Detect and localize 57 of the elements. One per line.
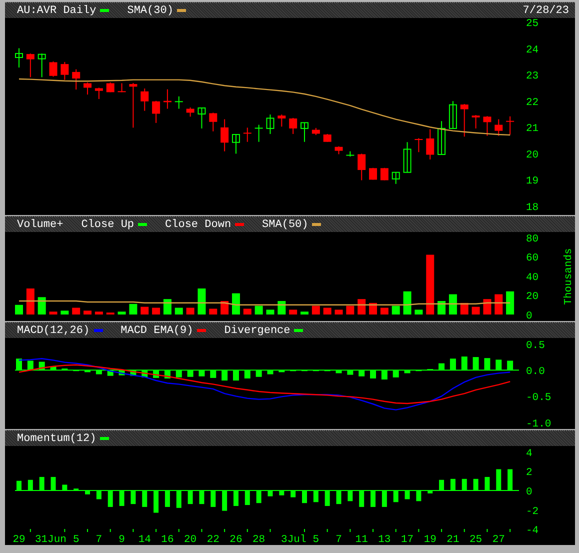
axis-label: 40 [526, 272, 539, 284]
legend-label: SMA(50) [262, 218, 308, 230]
axis-label: 16 [161, 534, 174, 545]
axis-label: 24 [526, 44, 539, 56]
axis-label: 80 [526, 233, 539, 246]
axis-label: 27 [492, 534, 505, 545]
axis-label: -2 [526, 506, 539, 518]
axis-label: 31 [34, 534, 48, 545]
axis-label: 25 [526, 18, 539, 30]
axis-label: 0.0 [526, 366, 545, 378]
axis-label: 2 [526, 467, 532, 480]
axis-label: 19 [526, 176, 539, 188]
axis-label: 20 [526, 291, 539, 304]
legend-label: Volume+ [17, 218, 64, 230]
axis-label: 23 [526, 70, 539, 83]
axis-label: Jun [48, 534, 66, 545]
axis-label: 0 [526, 486, 532, 498]
axis-label: 0 [526, 310, 532, 321]
axis-label: 18 [526, 202, 539, 214]
axis-label: 7 [336, 534, 342, 545]
legend-label: SMA(30) [127, 4, 174, 16]
axis-label: 20 [526, 149, 539, 162]
axis-label: -4 [526, 525, 539, 538]
axis-label: 14 [138, 534, 151, 545]
legend-label: Close Down [165, 218, 232, 230]
legend-label: Divergence [224, 324, 290, 336]
axis-label: 22 [206, 534, 220, 545]
axis-label: 0.5 [526, 340, 545, 352]
axis-label: 28 [252, 534, 266, 545]
chart-date: 7/28/23 [522, 4, 569, 16]
axis-label: 19 [424, 534, 436, 545]
axis-label: -1.0 [526, 418, 552, 429]
axis-label: 7 [96, 534, 102, 545]
axis-label: 21 [446, 534, 460, 545]
axis-label: 13 [378, 534, 391, 545]
legend-label: AU:AVR Daily [17, 4, 96, 16]
axis-label: 11 [355, 534, 368, 545]
axis-label: 21 [526, 123, 539, 136]
axis-label: 4 [526, 448, 532, 460]
axis-label: 25 [470, 534, 482, 545]
axis-label: 17 [400, 534, 414, 545]
axis-label: 3 [281, 534, 288, 545]
axis-label: 9 [118, 534, 125, 545]
axis-label: 60 [526, 252, 539, 265]
axis-label: 5 [72, 534, 80, 545]
legend-label: MACD(12,26) [17, 324, 90, 336]
axis-label: -0.5 [526, 392, 552, 404]
axis-label: 22 [526, 96, 539, 109]
legend-label: Momentum(12) [17, 432, 96, 444]
axis-label: 26 [230, 534, 242, 545]
axis-label: 29 [12, 534, 26, 545]
axis-label: 5 [312, 534, 320, 545]
legend-label: MACD EMA(9) [120, 324, 194, 336]
axis-label: Jul [287, 534, 306, 545]
axis-label: 20 [184, 534, 197, 545]
legend-label: Close Up [81, 218, 134, 230]
axis-title: Thousands [563, 248, 575, 305]
